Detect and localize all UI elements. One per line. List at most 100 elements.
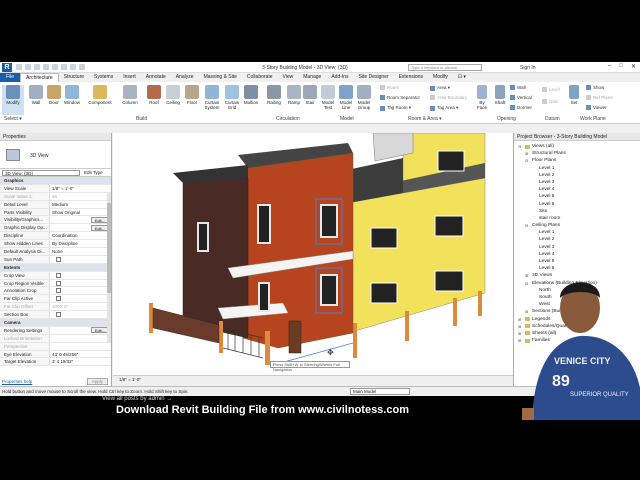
property-row[interactable]: Crop Region Visible xyxy=(0,279,111,288)
undo-icon[interactable] xyxy=(43,64,49,70)
property-checkbox[interactable] xyxy=(56,288,61,294)
browser-node[interactable]: ⊞ Structural Plans xyxy=(518,150,640,157)
apply-button[interactable]: Apply xyxy=(86,378,108,385)
property-row[interactable]: Far Clip Offset 1000' 0" xyxy=(0,303,111,312)
browser-node[interactable]: Level 3 xyxy=(518,179,640,186)
sign-in-link[interactable]: Sign In xyxy=(520,65,536,71)
select-group-label[interactable]: Select ▾ xyxy=(4,116,22,122)
property-checkbox[interactable] xyxy=(56,312,61,318)
property-row[interactable]: Parts Visibility Show Original xyxy=(0,208,111,217)
railing-button[interactable]: Railing xyxy=(264,85,284,105)
property-value[interactable]: Edit... xyxy=(50,327,111,334)
search-input[interactable]: Type a keyword or phrase xyxy=(408,64,482,71)
tab-manage[interactable]: Manage xyxy=(298,73,326,82)
tag-area-button[interactable]: Tag Area ▾ xyxy=(430,105,458,111)
property-section[interactable]: Extents xyxy=(0,263,111,272)
property-value[interactable]: None xyxy=(50,248,111,255)
property-checkbox[interactable] xyxy=(56,256,61,262)
stair-button[interactable]: Stair xyxy=(300,85,320,105)
property-row[interactable]: Perspective xyxy=(0,342,111,351)
expand-toggle-icon[interactable]: ⊟ xyxy=(525,157,530,164)
browser-node[interactable]: ⊟ Views (all) xyxy=(518,143,640,150)
tab-architecture[interactable]: Architecture xyxy=(20,73,59,82)
window-button[interactable]: Window xyxy=(62,85,82,105)
view-scale[interactable]: 1/8" = 1'-0" xyxy=(119,377,141,382)
browser-node[interactable]: Level 4 xyxy=(518,186,640,193)
column-button[interactable]: Column xyxy=(120,85,140,105)
property-row[interactable]: Default Analysis Di... None xyxy=(0,248,111,256)
ref-plane-button[interactable]: Ref Plane xyxy=(586,95,613,100)
property-value[interactable] xyxy=(50,280,111,287)
instance-filter-dropdown[interactable]: 3D View: {3D} xyxy=(2,170,80,176)
property-row[interactable]: View Scale 1/8" = 1'-0" xyxy=(0,184,111,193)
tag-room-button[interactable]: Tag Room ▾ xyxy=(380,105,411,111)
sync-icon[interactable] xyxy=(34,64,40,70)
vertical-opening-button[interactable]: Vertical xyxy=(510,95,532,100)
tab-add-ins[interactable]: Add-Ins xyxy=(326,73,353,82)
property-checkbox[interactable] xyxy=(56,280,61,286)
tab-analyze[interactable]: Analyze xyxy=(171,73,199,82)
viewer-button[interactable]: Viewer xyxy=(586,105,607,110)
by-face-button[interactable]: By Face xyxy=(474,85,490,110)
property-value[interactable]: 43' 0 45/256" xyxy=(50,351,111,358)
browser-node[interactable]: Level 3 xyxy=(518,244,640,251)
property-row[interactable]: Rendering Settings Edit... xyxy=(0,326,111,335)
property-row[interactable]: Locked Orientation xyxy=(0,334,111,343)
curtain-grid-button[interactable]: Curtain Grid xyxy=(221,85,243,110)
browser-node[interactable]: ⊟ Floor Plans xyxy=(518,157,640,164)
3d-view-icon[interactable] xyxy=(79,64,85,70)
browser-node[interactable]: ⊟ Ceiling Plans xyxy=(518,222,640,229)
property-value[interactable] xyxy=(50,295,111,302)
property-row[interactable]: Show Hidden Lines By Discipline xyxy=(0,240,111,249)
room-area-group-label[interactable]: Room & Area ▾ xyxy=(408,116,442,122)
property-row[interactable]: Graphic Display Op... Edit... xyxy=(0,224,111,233)
property-section[interactable]: Camera xyxy=(0,319,111,327)
type-selector[interactable]: 3D View xyxy=(0,141,111,169)
door-button[interactable]: Door xyxy=(44,85,64,105)
property-row[interactable]: Discipline Coordination xyxy=(0,232,111,241)
dormer-button[interactable]: Dormer xyxy=(510,105,532,110)
property-section[interactable]: Graphics xyxy=(0,177,111,185)
property-value[interactable] xyxy=(50,272,111,279)
edit-type-button[interactable]: Edit Type xyxy=(84,170,103,175)
tab-modify[interactable]: Modify xyxy=(428,73,453,82)
property-row[interactable]: Eye Elevation 43' 0 45/256" xyxy=(0,350,111,359)
floor-button[interactable]: Floor xyxy=(182,85,202,105)
browser-node[interactable]: Level 1 xyxy=(518,229,640,236)
redo-icon[interactable] xyxy=(52,64,58,70)
browser-node[interactable]: Level 6 xyxy=(518,201,640,208)
model-group-button[interactable]: Model Group xyxy=(354,85,374,110)
property-value[interactable]: Show Original xyxy=(50,209,111,216)
curtain-system-button[interactable]: Curtain System xyxy=(201,85,223,110)
set-work-plane-button[interactable]: Set xyxy=(566,85,582,105)
property-value[interactable] xyxy=(50,311,111,318)
property-row[interactable]: Detail Level Medium xyxy=(0,200,111,209)
3d-viewport[interactable]: ✥ xyxy=(113,133,513,375)
property-value[interactable]: Medium xyxy=(50,201,111,208)
shaft-button[interactable]: Shaft xyxy=(492,85,508,105)
tab-file[interactable]: File xyxy=(0,73,21,82)
model-text-button[interactable]: Model Text xyxy=(318,85,338,110)
property-checkbox[interactable] xyxy=(56,272,61,278)
tab-systems[interactable]: Systems xyxy=(89,73,118,82)
open-icon[interactable] xyxy=(16,64,22,70)
model-line-button[interactable]: Model Line xyxy=(336,85,356,110)
level-button[interactable]: Level xyxy=(542,87,560,92)
tab-annotate[interactable]: Annotate xyxy=(141,73,171,82)
revit-app-icon[interactable]: R xyxy=(2,63,12,72)
tab-insert[interactable]: Insert xyxy=(118,73,141,82)
show-work-plane-button[interactable]: Show xyxy=(586,85,604,90)
property-row[interactable]: Target Elevation 3' 4 19/32" xyxy=(0,358,111,367)
save-icon[interactable] xyxy=(25,64,31,70)
area-button[interactable]: Area ▾ xyxy=(430,85,450,91)
browser-node[interactable]: Level 1 xyxy=(518,165,640,172)
property-row[interactable]: Far Clip Active xyxy=(0,295,111,304)
room-separator-button[interactable]: Room Separator xyxy=(380,95,420,100)
property-row[interactable]: Annotation Crop xyxy=(0,287,111,296)
property-value[interactable]: 3' 4 19/32" xyxy=(50,358,111,365)
expand-toggle-icon[interactable]: ⊟ xyxy=(518,143,523,150)
expand-toggle-icon[interactable]: ⊟ xyxy=(525,222,530,229)
properties-scrollbar[interactable] xyxy=(107,193,111,343)
roof-button[interactable]: Roof xyxy=(144,85,164,105)
property-value[interactable]: Coordination xyxy=(50,232,111,239)
